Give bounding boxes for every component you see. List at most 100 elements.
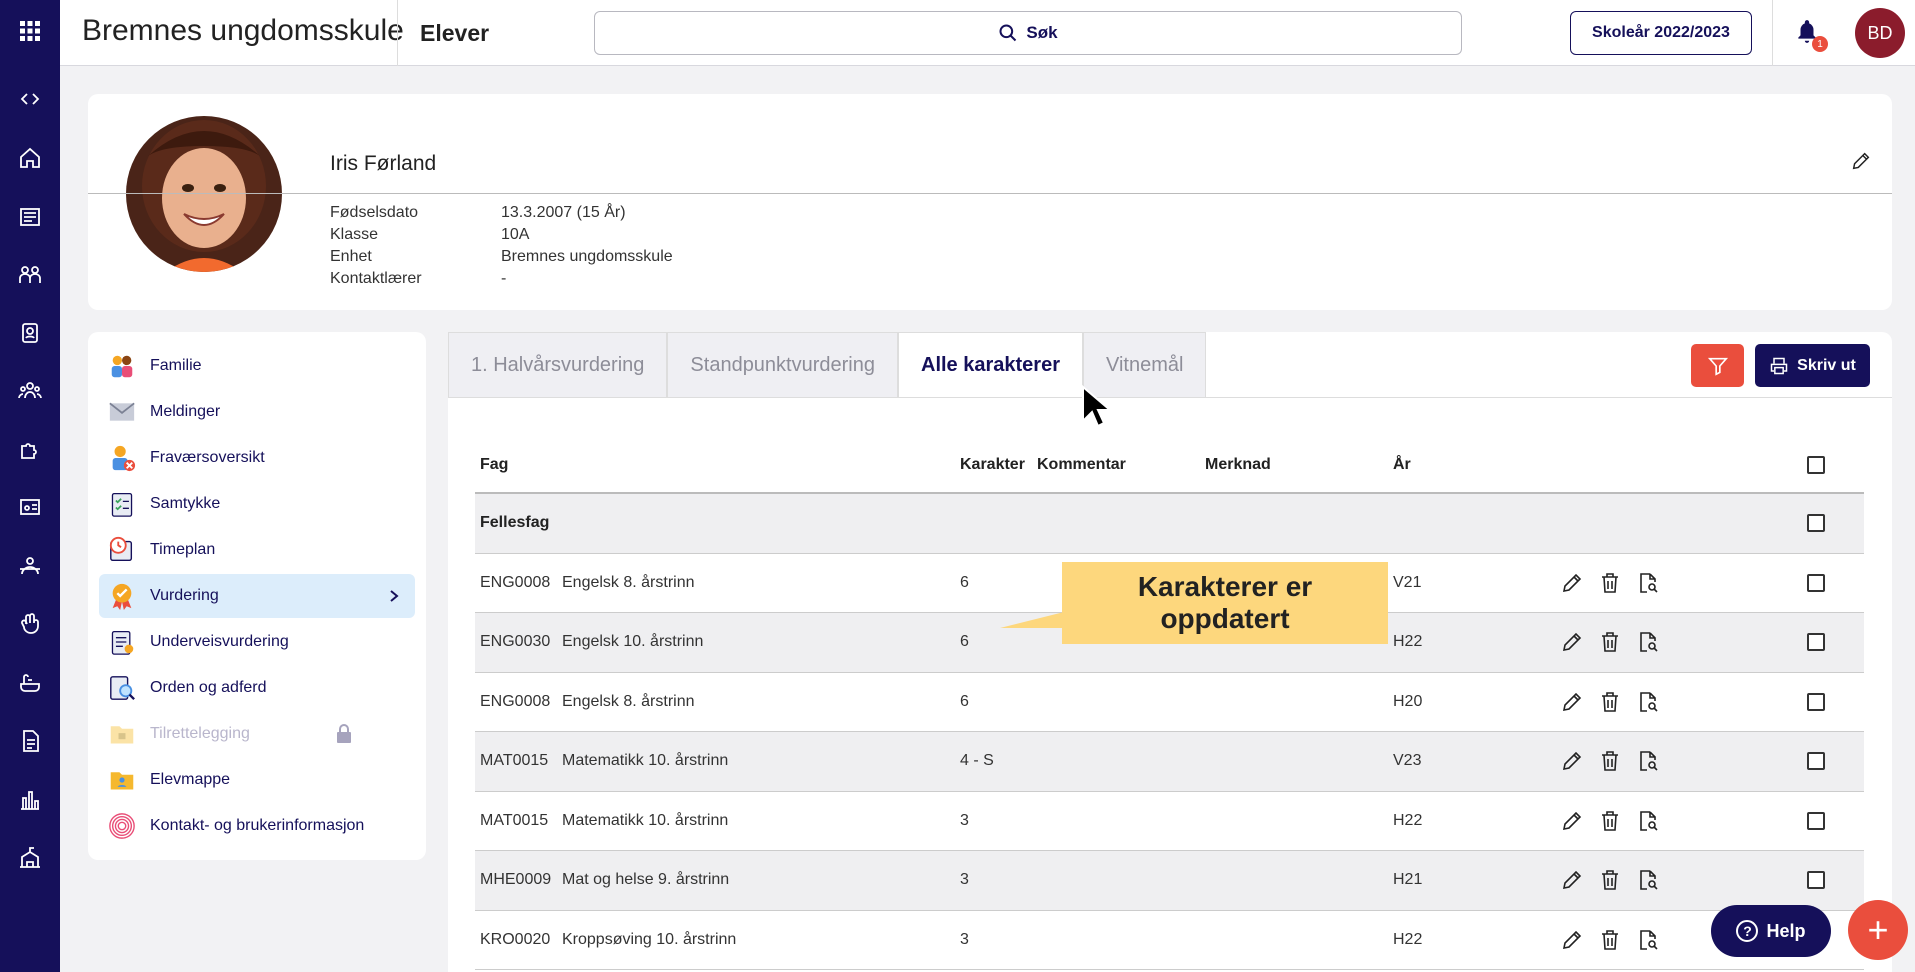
classroom-icon[interactable]: [15, 493, 45, 523]
row-actions: [1560, 868, 1660, 892]
left-rail: [0, 0, 60, 972]
grade: 4 - S: [960, 752, 994, 769]
print-button[interactable]: Skriv ut: [1755, 344, 1870, 387]
trash-icon[interactable]: [1598, 630, 1622, 654]
locked-folder-icon: [107, 719, 137, 749]
trash-icon[interactable]: [1598, 868, 1622, 892]
row-checkbox[interactable]: [1807, 871, 1825, 889]
fingerprint-icon: [107, 811, 137, 841]
help-label: Help: [1766, 920, 1806, 941]
student-menu: Familie Meldinger Fraværsoversikt Samtyk…: [88, 332, 426, 860]
menu-item-tilrettelegging: Tilrettelegging: [99, 712, 415, 756]
menu-item-timeplan[interactable]: Timeplan: [99, 528, 415, 572]
info-label: Fødselsdato: [330, 204, 419, 221]
section-title: Elever: [420, 20, 490, 46]
info-row: Kontaktlærer -: [330, 268, 673, 290]
menu-item-vurdering[interactable]: Vurdering: [99, 574, 415, 618]
row-checkbox[interactable]: [1807, 811, 1825, 830]
groups-icon[interactable]: [15, 376, 45, 406]
menu-item-samtykke[interactable]: Samtykke: [99, 482, 415, 526]
pencil-icon[interactable]: [1560, 630, 1584, 654]
teacher-icon[interactable]: [15, 551, 45, 581]
divider: [1772, 0, 1773, 66]
people-icon[interactable]: [15, 260, 45, 290]
row-checkbox[interactable]: [1807, 692, 1825, 711]
printer-icon: [1770, 357, 1788, 374]
document-search-icon[interactable]: [1636, 928, 1660, 952]
table-header: Fag Karakter Kommentar Merknad År: [475, 440, 1864, 494]
row-checkbox[interactable]: [1807, 573, 1825, 592]
pencil-icon[interactable]: [1560, 868, 1584, 892]
mouse-cursor-icon: [1082, 385, 1111, 428]
trash-icon[interactable]: [1598, 749, 1622, 773]
year: H20: [1393, 692, 1423, 710]
school-building-icon[interactable]: [15, 843, 45, 873]
help-button[interactable]: ? Help: [1711, 905, 1831, 957]
pencil-icon[interactable]: [1560, 809, 1584, 833]
document-icon[interactable]: [15, 726, 45, 756]
id-badge-icon[interactable]: [15, 318, 45, 348]
pencil-icon[interactable]: [1560, 749, 1584, 773]
document-search-icon[interactable]: [1636, 868, 1660, 892]
pencil-icon[interactable]: [1560, 690, 1584, 714]
menu-item-meldinger[interactable]: Meldinger: [99, 390, 415, 434]
info-row: Klasse 10A: [330, 224, 673, 246]
bar-chart-icon[interactable]: [15, 785, 45, 815]
menu-item-underveisvurdering[interactable]: Underveisvurdering: [99, 620, 415, 664]
menu-item-kontakt-og-brukerinformasjon[interactable]: Kontakt- og brukerinformasjon: [99, 804, 415, 848]
select-all-checkbox[interactable]: [1807, 456, 1825, 474]
user-avatar[interactable]: BD: [1855, 8, 1905, 58]
year: V21: [1393, 573, 1422, 591]
document-search-icon[interactable]: [1636, 749, 1660, 773]
subject-code: MHE0009: [480, 871, 552, 888]
menu-item-label: Meldinger: [150, 403, 221, 420]
row-actions: [1560, 809, 1660, 833]
document-search-icon[interactable]: [1636, 809, 1660, 833]
filter-button[interactable]: [1691, 344, 1744, 387]
info-value: 10A: [501, 226, 530, 243]
student-photo: [126, 116, 282, 272]
notifications-button[interactable]: 1: [1794, 18, 1828, 52]
document-search-icon[interactable]: [1636, 690, 1660, 714]
bath-icon[interactable]: [15, 668, 45, 698]
subject-name: Kroppsøving 10. årstrinn: [562, 930, 737, 948]
puzzle-icon[interactable]: [15, 435, 45, 465]
document-search-icon[interactable]: [1636, 571, 1660, 595]
header-karakter: Karakter: [960, 456, 1025, 473]
trash-icon[interactable]: [1598, 571, 1622, 595]
divider: [88, 193, 1892, 194]
group-row: Fellesfag: [475, 494, 1864, 554]
tab-standpunktvurdering[interactable]: Standpunktvurdering: [667, 332, 898, 398]
tab-alle-karakterer[interactable]: Alle karakterer: [898, 332, 1083, 398]
trash-icon[interactable]: [1598, 809, 1622, 833]
document-search-icon[interactable]: [1636, 630, 1660, 654]
row-checkbox[interactable]: [1807, 752, 1825, 770]
tab-halvarsvurdering[interactable]: 1. Halvårsvurdering: [448, 332, 668, 398]
newspaper-icon[interactable]: [15, 202, 45, 232]
subject-name: Mat og helse 9. årstrinn: [562, 871, 730, 888]
expand-collapse-icon[interactable]: [15, 84, 45, 114]
group-checkbox[interactable]: [1807, 514, 1825, 532]
school-year-button[interactable]: Skoleår 2022/2023: [1570, 11, 1752, 55]
header-ar: År: [1393, 456, 1411, 473]
home-icon[interactable]: [15, 143, 45, 173]
menu-item-familie[interactable]: Familie: [99, 344, 415, 388]
apps-grid-icon[interactable]: [15, 16, 45, 46]
row-checkbox[interactable]: [1807, 633, 1825, 651]
envelope-icon: [107, 397, 137, 427]
subject-code: KRO0020: [480, 930, 551, 948]
info-label: Kontaktlærer: [330, 270, 422, 287]
menu-item-label: Orden og adferd: [150, 679, 267, 696]
add-button[interactable]: +: [1848, 900, 1908, 960]
menu-item-fravaersoversikt[interactable]: Fraværsoversikt: [99, 436, 415, 480]
menu-item-elevmappe[interactable]: Elevmappe: [99, 758, 415, 802]
trash-icon[interactable]: [1598, 928, 1622, 952]
edit-profile-button[interactable]: [1850, 150, 1874, 174]
hand-icon[interactable]: [15, 609, 45, 639]
menu-item-orden-og-adferd[interactable]: Orden og adferd: [99, 666, 415, 710]
search-bar[interactable]: Søk: [594, 11, 1462, 55]
pencil-icon[interactable]: [1560, 928, 1584, 952]
top-bar: Bremnes ungdomsskule Elever Søk Skoleår …: [60, 0, 1915, 66]
pencil-icon[interactable]: [1560, 571, 1584, 595]
trash-icon[interactable]: [1598, 690, 1622, 714]
